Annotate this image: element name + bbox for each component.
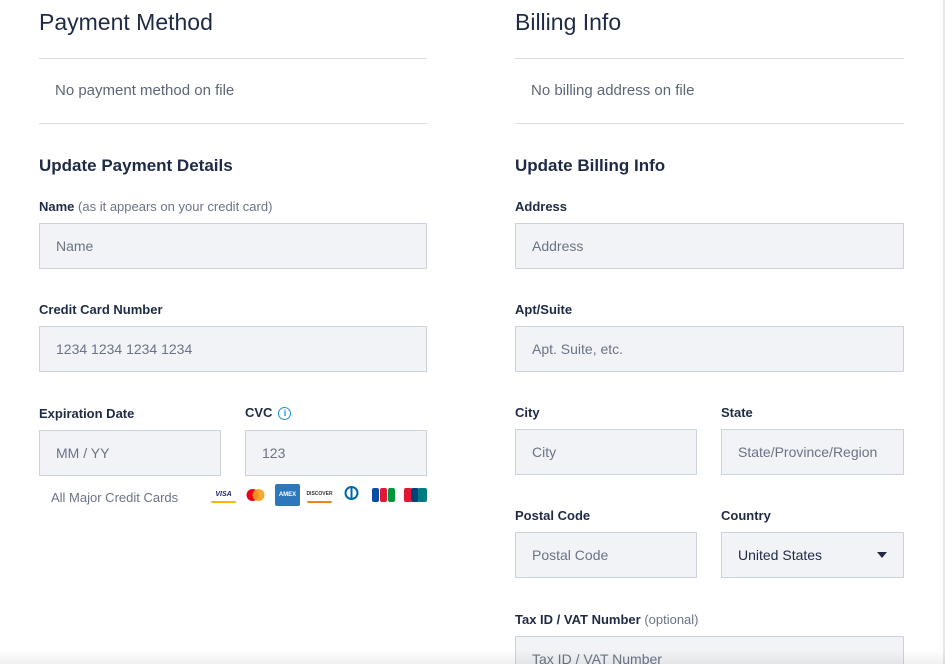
state-label: State [721,405,753,420]
address-label: Address [515,199,568,214]
country-select[interactable]: United States [721,532,904,578]
tax-id-label-hint: (optional) [644,612,699,627]
expiration-label: Expiration Date [39,406,135,421]
discover-card-icon: DISCOVER [306,487,333,503]
card-number-input[interactable] [39,326,427,372]
name-input[interactable] [39,223,427,269]
tax-id-label-text: Tax ID / VAT Number [515,612,641,627]
cvc-label: CVC i [245,405,292,420]
card-logos: VISA AMEX DISCOVER [211,484,428,506]
billing-empty-box: No billing address on file [515,58,904,124]
apt-suite-label: Apt/Suite [515,302,573,317]
chevron-down-icon [877,552,887,558]
city-label: City [515,405,540,420]
payment-column: Payment Method No payment method on file… [39,0,427,664]
city-input[interactable] [515,429,697,475]
state-input[interactable] [721,429,904,475]
payment-method-empty-box: No payment method on file [39,58,427,124]
mastercard-icon [243,487,268,503]
billing-empty-text: No billing address on file [531,82,695,99]
bottom-fade [0,650,945,664]
card-number-label: Credit Card Number [39,302,163,317]
billing-info-title: Billing Info [515,9,622,35]
cvc-label-text: CVC [245,405,273,420]
unionpay-card-icon [403,487,428,503]
update-billing-title: Update Billing Info [515,156,666,175]
postal-code-label: Postal Code [515,508,591,523]
country-label: Country [721,508,771,523]
info-icon[interactable]: i [278,407,292,420]
amex-card-icon: AMEX [275,484,300,506]
tax-id-label: Tax ID / VAT Number (optional) [515,612,699,627]
jcb-card-icon [371,487,396,503]
billing-column: Billing Info No billing address on file … [515,0,904,664]
address-input[interactable] [515,223,904,269]
cvc-input[interactable] [245,430,427,476]
postal-code-input[interactable] [515,532,697,578]
country-value: United States [738,547,823,563]
update-payment-title: Update Payment Details [39,156,233,175]
payment-method-title: Payment Method [39,9,213,35]
name-label-hint: (as it appears on your credit card) [78,199,273,214]
visa-card-icon: VISA [211,487,236,503]
apt-suite-input[interactable] [515,326,904,372]
expiration-input[interactable] [39,430,221,476]
name-label-text: Name [39,199,75,214]
diners-club-card-icon [339,486,364,503]
cards-accepted-label: All Major Credit Cards [51,490,179,505]
name-label: Name (as it appears on your credit card) [39,199,272,214]
payment-empty-text: No payment method on file [55,82,235,99]
